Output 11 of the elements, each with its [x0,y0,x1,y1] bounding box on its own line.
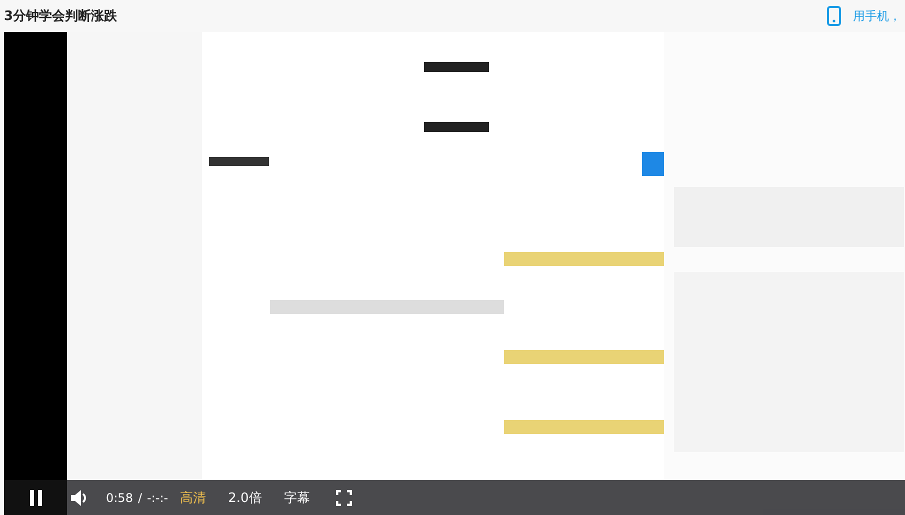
pause-icon [28,490,42,506]
player-option[interactable]: 高清 [180,488,206,506]
phone-icon[interactable] [827,6,841,26]
player-option[interactable]: 2.0倍 [228,488,262,506]
time-separator: / [138,490,142,504]
player-option[interactable]: 字幕 [284,488,310,506]
pause-button[interactable] [4,480,67,515]
duration: -:-:- [147,490,168,504]
video-title: 3分钟学会判断涨跌 [4,8,118,25]
current-time: 0:58 [106,490,133,504]
fullscreen-icon[interactable] [336,490,352,506]
